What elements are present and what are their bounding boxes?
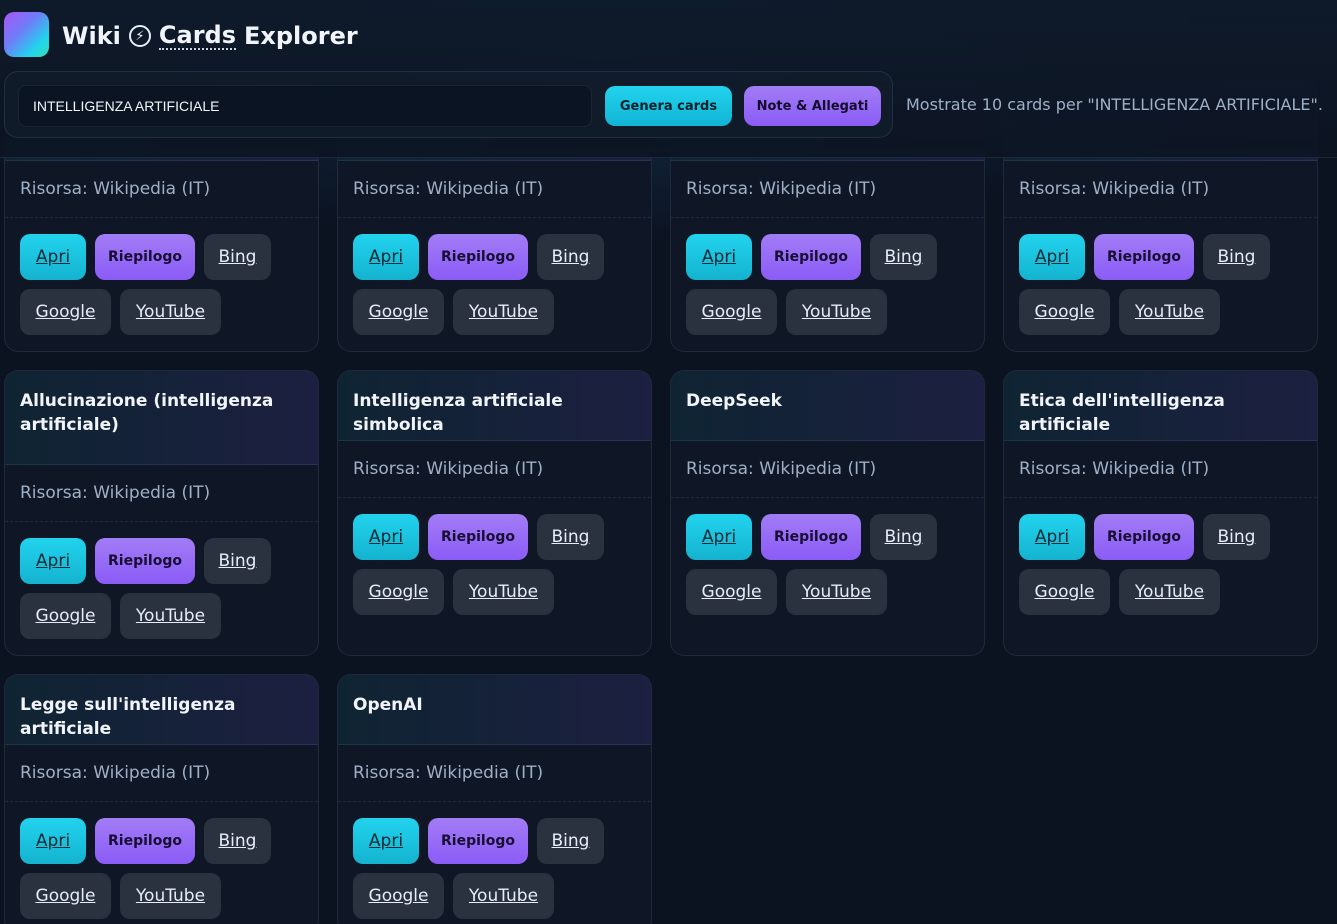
card: Intelligenza artificiale simbolica Risor… <box>337 370 652 656</box>
summary-button[interactable]: Riepilogo <box>428 818 528 864</box>
youtube-button[interactable]: YouTube <box>786 289 887 335</box>
google-button[interactable]: Google <box>353 569 444 615</box>
card-title: OpenAI <box>338 675 651 745</box>
bing-button[interactable]: Bing <box>1203 234 1270 280</box>
google-button[interactable]: Google <box>353 873 444 919</box>
card-source: Risorsa: Wikipedia (IT) <box>1004 441 1317 498</box>
google-button[interactable]: Google <box>353 289 444 335</box>
youtube-button[interactable]: YouTube <box>120 873 221 919</box>
summary-button[interactable]: Riepilogo <box>428 514 528 560</box>
card-source: Risorsa: Wikipedia (IT) <box>5 465 318 522</box>
summary-button[interactable]: Riepilogo <box>95 818 195 864</box>
bing-button[interactable]: Bing <box>870 234 937 280</box>
card-source: Risorsa: Wikipedia (IT) <box>338 441 651 498</box>
open-button[interactable]: Apri <box>1019 514 1085 560</box>
search-input[interactable] <box>18 85 592 127</box>
card-title: Etica dell'intelligenza artificiale <box>1004 371 1317 441</box>
bing-button[interactable]: Bing <box>204 818 271 864</box>
card-title: Allucinazione (intelligenza artificiale) <box>5 371 318 465</box>
notes-attachments-button[interactable]: Note & Allegati <box>744 86 881 126</box>
google-button[interactable]: Google <box>20 593 111 639</box>
youtube-button[interactable]: YouTube <box>1119 569 1220 615</box>
open-button[interactable]: Apri <box>20 538 86 584</box>
bing-button[interactable]: Bing <box>1203 514 1270 560</box>
bing-button[interactable]: Bing <box>870 514 937 560</box>
card-source: Risorsa: Wikipedia (IT) <box>338 745 651 802</box>
app-header: Wiki ⚡ Cards Explorer Genera cards Note … <box>0 0 1337 158</box>
app-logo <box>4 12 49 57</box>
youtube-button[interactable]: YouTube <box>453 289 554 335</box>
open-button[interactable]: Apri <box>20 234 86 280</box>
summary-button[interactable]: Riepilogo <box>95 538 195 584</box>
card-source: Risorsa: Wikipedia (IT) <box>671 161 984 218</box>
summary-button[interactable]: Riepilogo <box>95 234 195 280</box>
app-title: Wiki ⚡ Cards Explorer <box>62 20 358 52</box>
title-wiki: Wiki <box>62 22 121 50</box>
bing-button[interactable]: Bing <box>537 514 604 560</box>
open-button[interactable]: Apri <box>686 234 752 280</box>
summary-button[interactable]: Riepilogo <box>1094 234 1194 280</box>
card-source: Risorsa: Wikipedia (IT) <box>671 441 984 498</box>
summary-button[interactable]: Riepilogo <box>428 234 528 280</box>
youtube-button[interactable]: YouTube <box>1119 289 1220 335</box>
google-button[interactable]: Google <box>686 569 777 615</box>
generate-cards-button[interactable]: Genera cards <box>605 86 732 126</box>
bing-button[interactable]: Bing <box>204 538 271 584</box>
open-button[interactable]: Apri <box>1019 234 1085 280</box>
open-button[interactable]: Apri <box>20 818 86 864</box>
summary-button[interactable]: Riepilogo <box>761 234 861 280</box>
google-button[interactable]: Google <box>1019 569 1110 615</box>
google-button[interactable]: Google <box>20 873 111 919</box>
title-cards: Cards <box>158 21 236 50</box>
card-source: Risorsa: Wikipedia (IT) <box>5 745 318 802</box>
bing-button[interactable]: Bing <box>204 234 271 280</box>
card-title: DeepSeek <box>671 371 984 441</box>
card: Legge sull'intelligenza artificiale Riso… <box>4 674 319 924</box>
search-bar: Genera cards Note & Allegati <box>4 71 893 138</box>
card-title: Intelligenza artificiale simbolica <box>338 371 651 441</box>
google-button[interactable]: Google <box>1019 289 1110 335</box>
summary-button[interactable]: Riepilogo <box>761 514 861 560</box>
youtube-button[interactable]: YouTube <box>453 569 554 615</box>
card: DeepSeek Risorsa: Wikipedia (IT) Apri Ri… <box>670 370 985 656</box>
youtube-button[interactable]: YouTube <box>786 569 887 615</box>
google-button[interactable]: Google <box>20 289 111 335</box>
open-button[interactable]: Apri <box>353 234 419 280</box>
bolt-icon: ⚡ <box>128 25 151 47</box>
card-source: Risorsa: Wikipedia (IT) <box>5 161 318 218</box>
youtube-button[interactable]: YouTube <box>120 593 221 639</box>
card-source: Risorsa: Wikipedia (IT) <box>1004 161 1317 218</box>
bing-button[interactable]: Bing <box>537 818 604 864</box>
youtube-button[interactable]: YouTube <box>120 289 221 335</box>
open-button[interactable]: Apri <box>353 818 419 864</box>
google-button[interactable]: Google <box>686 289 777 335</box>
open-button[interactable]: Apri <box>686 514 752 560</box>
youtube-button[interactable]: YouTube <box>453 873 554 919</box>
card: Etica dell'intelligenza artificiale Riso… <box>1003 370 1318 656</box>
summary-button[interactable]: Riepilogo <box>1094 514 1194 560</box>
status-text: Mostrate 10 cards per "INTELLIGENZA ARTI… <box>906 95 1323 114</box>
card-title: Legge sull'intelligenza artificiale <box>5 675 318 745</box>
card-source: Risorsa: Wikipedia (IT) <box>338 161 651 218</box>
open-button[interactable]: Apri <box>353 514 419 560</box>
card: Allucinazione (intelligenza artificiale)… <box>4 370 319 656</box>
title-explorer: Explorer <box>244 22 358 50</box>
card: OpenAI Risorsa: Wikipedia (IT) Apri Riep… <box>337 674 652 924</box>
bing-button[interactable]: Bing <box>537 234 604 280</box>
